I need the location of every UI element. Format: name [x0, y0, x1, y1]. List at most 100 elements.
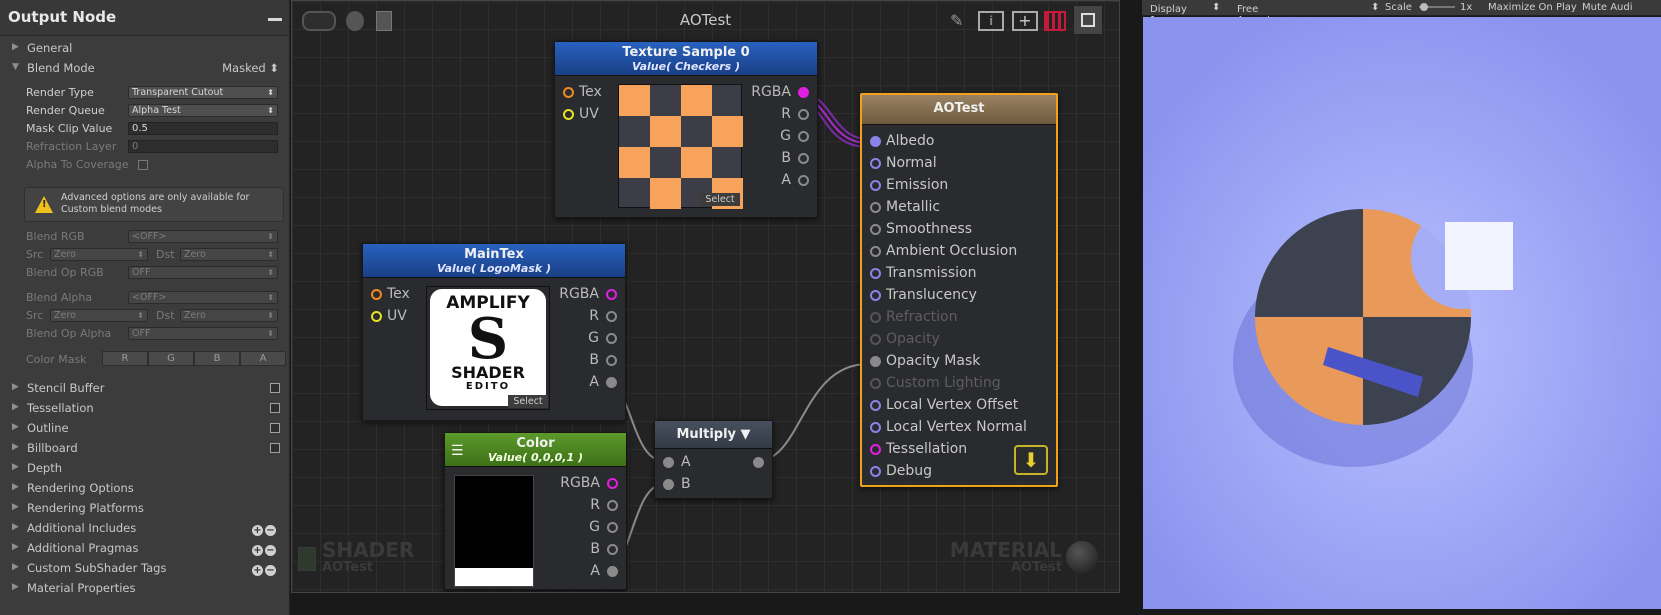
src-select[interactable]: Zero ⬍: [50, 248, 148, 261]
section-material-properties[interactable]: ▶ Material Properties: [0, 578, 289, 598]
blend-mode-select[interactable]: Masked ⬍: [222, 61, 279, 75]
blend-rgb-select[interactable]: <OFF> ⬍: [128, 230, 278, 243]
input-port-emission[interactable]: [870, 180, 881, 191]
input-port-opacity[interactable]: [870, 334, 881, 345]
tex-input-port[interactable]: [371, 289, 382, 300]
input-port-debug[interactable]: [870, 466, 881, 477]
uv-input-port[interactable]: [371, 311, 382, 322]
render-queue-select[interactable]: Alpha Test ⬍: [128, 104, 278, 117]
select-button[interactable]: Select: [700, 193, 740, 206]
a-output-port[interactable]: [607, 566, 618, 577]
minus-icon[interactable]: −: [265, 545, 276, 556]
section-general[interactable]: ▶ General: [0, 38, 289, 58]
node-header[interactable]: Multiply ▼: [655, 421, 772, 449]
color-mask-b[interactable]: B: [194, 351, 240, 366]
minus-icon[interactable]: −: [265, 565, 276, 576]
g-output-port[interactable]: [607, 522, 618, 533]
blend-alpha-select[interactable]: <OFF> ⬍: [128, 291, 278, 304]
rgba-output-port[interactable]: [798, 87, 809, 98]
section-custom-subshader-tags[interactable]: ▶ Custom SubShader Tags + −: [0, 558, 289, 578]
tex-input-port[interactable]: [563, 87, 574, 98]
src-select[interactable]: Zero ⬍: [50, 309, 148, 322]
select-button[interactable]: Select: [508, 395, 548, 408]
input-port-translucency[interactable]: [870, 290, 881, 301]
node-header[interactable]: Texture Sample 0 Value( Checkers ): [555, 42, 817, 76]
rgba-output-port[interactable]: [607, 478, 618, 489]
input-port-albedo[interactable]: [870, 136, 881, 147]
g-output-port[interactable]: [606, 333, 617, 344]
a-input-port[interactable]: [663, 457, 674, 468]
input-port-normal[interactable]: [870, 158, 881, 169]
section-rendering-options[interactable]: ▶ Rendering Options: [0, 478, 289, 498]
section-tessellation[interactable]: ▶ Tessellation: [0, 398, 289, 418]
blend-op-alpha-select[interactable]: OFF ⬍: [128, 327, 278, 340]
section-blend-mode[interactable]: ▼ Blend Mode Masked ⬍: [0, 58, 289, 78]
rgba-output-port[interactable]: [606, 289, 617, 300]
section-additional-pragmas[interactable]: ▶ Additional Pragmas + −: [0, 538, 289, 558]
input-port-local-vertex-normal[interactable]: [870, 422, 881, 433]
a-output-port[interactable]: [798, 175, 809, 186]
texture-sample-node[interactable]: Texture Sample 0 Value( Checkers ) Tex U…: [554, 41, 818, 218]
input-port-ambient-occlusion[interactable]: [870, 246, 881, 257]
output-node[interactable]: AOTest Albedo Normal Emission Metallic Smoot…: [860, 93, 1058, 487]
plus-icon[interactable]: +: [252, 565, 263, 576]
dst-select[interactable]: Zero ⬍: [180, 248, 278, 261]
maximize-on-play-toggle[interactable]: Maximize On Play: [1488, 2, 1577, 13]
dropdown-arrow-icon[interactable]: ▼: [741, 427, 751, 442]
r-output-port[interactable]: [606, 311, 617, 322]
plus-icon[interactable]: +: [252, 525, 263, 536]
refraction-layer-field[interactable]: 0: [128, 140, 278, 153]
plus-icon[interactable]: +: [252, 545, 263, 556]
mask-clip-field[interactable]: 0.5: [128, 122, 278, 135]
section-checkbox[interactable]: [270, 443, 280, 453]
input-port-opacity-mask[interactable]: [870, 356, 881, 367]
input-port-custom-lighting[interactable]: [870, 378, 881, 389]
minimize-button[interactable]: [268, 18, 282, 21]
input-port-local-vertex-offset[interactable]: [870, 400, 881, 411]
color-mask-a[interactable]: A: [240, 351, 286, 366]
render-type-select[interactable]: Transparent Cutout ⬍: [128, 86, 278, 99]
b-input-port[interactable]: [663, 479, 674, 490]
dst-select[interactable]: Zero ⬍: [180, 309, 278, 322]
section-billboard[interactable]: ▶ Billboard: [0, 438, 289, 458]
b-output-port[interactable]: [606, 355, 617, 366]
b-output-port[interactable]: [607, 544, 618, 555]
g-output-port[interactable]: [798, 131, 809, 142]
color-swatch[interactable]: [454, 475, 534, 587]
input-port-refraction[interactable]: [870, 312, 881, 323]
uv-input-port[interactable]: [563, 109, 574, 120]
menu-icon[interactable]: ☰: [451, 443, 464, 459]
multiply-node[interactable]: Multiply ▼ A B: [654, 420, 773, 499]
maintex-node[interactable]: MainTex Value( LogoMask ) Tex UV AMPLIFY…: [362, 243, 626, 421]
input-port-smoothness[interactable]: [870, 224, 881, 235]
alpha-to-coverage-checkbox[interactable]: [138, 160, 148, 170]
section-rendering-platforms[interactable]: ▶ Rendering Platforms: [0, 498, 289, 518]
b-output-port[interactable]: [798, 153, 809, 164]
scale-slider-thumb[interactable]: [1420, 3, 1428, 11]
node-graph-canvas[interactable]: AOTest ✎ i + Texture Sample 0 Value( Che…: [291, 0, 1120, 593]
section-checkbox[interactable]: [270, 403, 280, 413]
section-additional-includes[interactable]: ▶ Additional Includes + −: [0, 518, 289, 538]
r-output-port[interactable]: [607, 500, 618, 511]
node-header[interactable]: MainTex Value( LogoMask ): [363, 244, 625, 278]
blend-op-rgb-select[interactable]: OFF ⬍: [128, 266, 278, 279]
output-port[interactable]: [753, 457, 764, 468]
section-checkbox[interactable]: [270, 383, 280, 393]
mute-audio-toggle[interactable]: Mute Audi: [1582, 2, 1633, 13]
input-port-transmission[interactable]: [870, 268, 881, 279]
section-stencil-buffer[interactable]: ▶ Stencil Buffer: [0, 378, 289, 398]
node-header[interactable]: ☰ Color Value( 0,0,0,1 ): [445, 433, 626, 467]
a-output-port[interactable]: [606, 377, 617, 388]
node-header[interactable]: AOTest: [862, 95, 1056, 125]
input-port-tessellation[interactable]: [870, 444, 881, 455]
section-outline[interactable]: ▶ Outline: [0, 418, 289, 438]
r-output-port[interactable]: [798, 109, 809, 120]
download-icon[interactable]: ⬇: [1014, 445, 1048, 475]
section-depth[interactable]: ▶ Depth: [0, 458, 289, 478]
color-mask-r[interactable]: R: [102, 351, 148, 366]
input-port-metallic[interactable]: [870, 202, 881, 213]
color-mask-g[interactable]: G: [148, 351, 194, 366]
color-node[interactable]: ☰ Color Value( 0,0,0,1 ) RGBA R G B A: [444, 432, 627, 590]
minus-icon[interactable]: −: [265, 525, 276, 536]
game-view[interactable]: [1143, 17, 1661, 609]
